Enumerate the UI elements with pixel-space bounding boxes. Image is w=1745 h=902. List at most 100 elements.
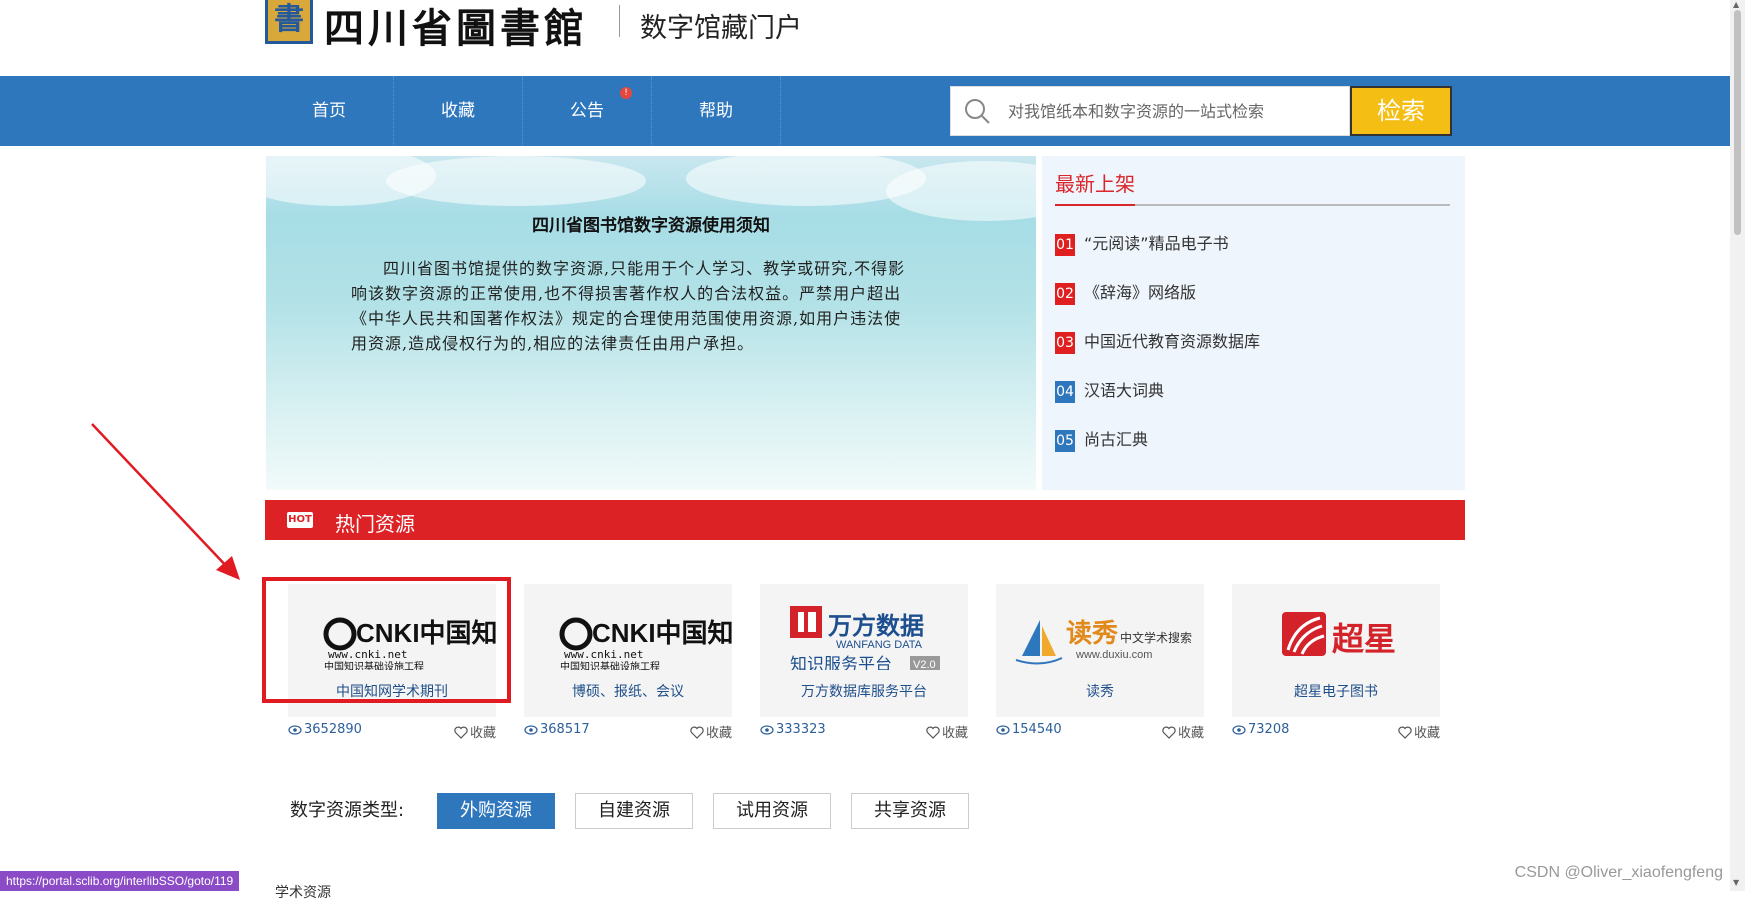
rank-badge: 03 — [1055, 331, 1075, 354]
rank-badge: 05 — [1055, 429, 1075, 452]
resource-card-label: 博硕、报纸、会议 — [572, 684, 684, 700]
annotation-highlight-box — [262, 577, 511, 703]
newest-item[interactable]: 03 中国近代教育资源数据库 — [1055, 328, 1261, 354]
favorite-label: 收藏 — [941, 726, 968, 741]
view-count-value: 154540 — [1012, 722, 1062, 737]
vertical-scrollbar[interactable]: ▲ ▼ — [1730, 0, 1745, 891]
favorite-button[interactable]: 收藏 — [1162, 722, 1204, 741]
notice-title: 四川省图书馆数字资源使用须知 — [532, 216, 770, 236]
resource-card-wanfang[interactable]: 万方数据 WANFANG DATA 知识服务平台 V2.0 万方数据库服务平台 — [760, 584, 968, 717]
view-count-value: 3652890 — [304, 722, 362, 737]
newest-item[interactable]: 02 《辞海》网络版 — [1055, 279, 1197, 305]
favorite-button[interactable]: 收藏 — [454, 722, 496, 741]
favorite-label: 收藏 — [1413, 726, 1440, 741]
nav-item-home[interactable]: 首页 — [265, 76, 394, 146]
heart-icon — [1162, 726, 1176, 739]
hot-resources-header: HOT 热门资源 — [265, 500, 1465, 540]
heart-icon — [926, 726, 940, 739]
wanfang-logo: 万方数据 WANFANG DATA 知识服务平台 V2.0 — [790, 606, 940, 670]
nav-item-help[interactable]: 帮助 — [652, 76, 781, 146]
scrollbar-thumb[interactable] — [1734, 10, 1741, 235]
chaoxing-logo-main: 超星 — [1332, 620, 1396, 658]
eye-icon — [1232, 725, 1246, 735]
resource-card-label: 万方数据库服务平台 — [801, 684, 927, 700]
scroll-up-arrow-icon[interactable]: ▲ — [1733, 0, 1739, 9]
type-button-self-built[interactable]: 自建资源 — [575, 793, 693, 829]
heart-icon — [690, 726, 704, 739]
duxiu-logo-main: 读秀 — [1066, 619, 1118, 649]
scroll-down-arrow-icon[interactable]: ▼ — [1733, 878, 1739, 887]
resource-card-meta: 333323 收藏 — [760, 722, 968, 742]
view-count: 154540 — [996, 722, 1062, 737]
type-button-purchased[interactable]: 外购资源 — [437, 793, 555, 829]
portal-title: 数字馆藏门户 — [640, 13, 802, 44]
newest-item-label: 汉语大词典 — [1084, 381, 1165, 400]
library-name-logo[interactable]: 四川省圖書館 — [324, 0, 588, 54]
hot-icon: HOT — [287, 512, 313, 528]
status-bar-url: https://portal.sclib.org/interlibSSO/got… — [0, 871, 240, 891]
eye-icon — [288, 725, 302, 735]
view-count: 368517 — [524, 722, 590, 737]
notice-body: 四川省图书馆提供的数字资源,只能用于个人学习、教学或研究,不得影响该数字资源的正… — [351, 259, 906, 353]
cnki-logo: CNKI中国知网 www.cnki.net 中国知识基础设施工程 — [559, 617, 732, 670]
resource-card-label: 超星电子图书 — [1294, 684, 1378, 700]
newest-panel-title: 最新上架 — [1055, 172, 1135, 196]
wanfang-logo-main: 万方数据 — [828, 612, 924, 640]
rank-badge: 04 — [1055, 380, 1075, 403]
cloud-decoration — [386, 156, 646, 206]
rank-badge: 02 — [1055, 282, 1075, 305]
wanfang-logo-version: V2.0 — [913, 659, 936, 670]
wanfang-logo-sub: 知识服务平台 — [790, 655, 892, 670]
eye-icon — [524, 725, 538, 735]
watermark: CSDN @Oliver_xiaofengfeng — [1514, 864, 1723, 881]
resource-card-duxiu[interactable]: 读秀 中文学术搜索 www.duxiu.com 读秀 — [996, 584, 1204, 717]
nav-item-favorites[interactable]: 收藏 — [394, 76, 523, 146]
annotation-arrow — [91, 423, 240, 580]
newest-item-label: “元阅读”精品电子书 — [1084, 234, 1229, 253]
nav-item-announcements[interactable]: 公告 — [523, 76, 652, 146]
newest-item[interactable]: 05 尚古汇典 — [1055, 426, 1149, 452]
favorite-button[interactable]: 收藏 — [690, 722, 732, 741]
resource-card-meta: 154540 收藏 — [996, 722, 1204, 742]
newest-item[interactable]: 04 汉语大词典 — [1055, 377, 1165, 403]
heart-icon — [454, 726, 468, 739]
main-nav-bar: 首页 收藏 公告 帮助 — [0, 76, 1730, 146]
view-count: 3652890 — [288, 722, 362, 737]
newest-item-label: 尚古汇典 — [1084, 430, 1149, 449]
library-logo-seal[interactable]: 書 — [265, 0, 313, 44]
usage-notice-banner: 四川省图书馆数字资源使用须知 四川省图书馆提供的数字资源,只能用于个人学习、教学… — [266, 156, 1036, 490]
newest-item-label: 中国近代教育资源数据库 — [1084, 332, 1261, 351]
favorite-button[interactable]: 收藏 — [926, 722, 968, 741]
favorite-button[interactable]: 收藏 — [1398, 722, 1440, 741]
newest-resources-panel: 最新上架 01 “元阅读”精品电子书 02 《辞海》网络版 03 中国近代教育资源数据… — [1042, 156, 1465, 490]
panel-divider-accent — [1055, 204, 1135, 206]
search-button[interactable]: 检索 — [1350, 86, 1452, 136]
search-input[interactable] — [1006, 87, 1341, 135]
announcement-alert-badge: ! — [620, 87, 632, 99]
resource-card-meta: 368517 收藏 — [524, 722, 732, 742]
resource-type-label: 数字资源类型: — [290, 800, 405, 821]
heart-icon — [1398, 726, 1412, 739]
duxiu-logo-sub: 中文学术搜索 — [1120, 630, 1192, 645]
favorite-label: 收藏 — [1177, 726, 1204, 741]
type-button-shared[interactable]: 共享资源 — [851, 793, 969, 829]
favorite-label: 收藏 — [469, 726, 496, 741]
eye-icon — [760, 725, 774, 735]
hot-resources-title: 热门资源 — [335, 512, 415, 536]
resource-card-meta: 3652890 收藏 — [288, 722, 496, 742]
academic-resources-heading: 学术资源 — [275, 885, 331, 901]
cnki-logo-sub: 中国知识基础设施工程 — [560, 660, 660, 670]
search-icon — [965, 99, 990, 124]
newest-item[interactable]: 01 “元阅读”精品电子书 — [1055, 230, 1229, 256]
type-button-trial[interactable]: 试用资源 — [713, 793, 831, 829]
resource-card-chaoxing[interactable]: 超星 超星电子图书 — [1232, 584, 1440, 717]
resource-card-cnki-theses[interactable]: CNKI中国知网 www.cnki.net 中国知识基础设施工程 博硕、报纸、会… — [524, 584, 732, 717]
view-count-value: 333323 — [776, 722, 826, 737]
view-count: 73208 — [1232, 722, 1289, 737]
view-count-value: 368517 — [540, 722, 590, 737]
chaoxing-logo: 超星 — [1282, 612, 1396, 658]
eye-icon — [996, 725, 1010, 735]
view-count: 333323 — [760, 722, 826, 737]
resource-card-meta: 73208 收藏 — [1232, 722, 1440, 742]
newest-item-label: 《辞海》网络版 — [1084, 283, 1197, 302]
